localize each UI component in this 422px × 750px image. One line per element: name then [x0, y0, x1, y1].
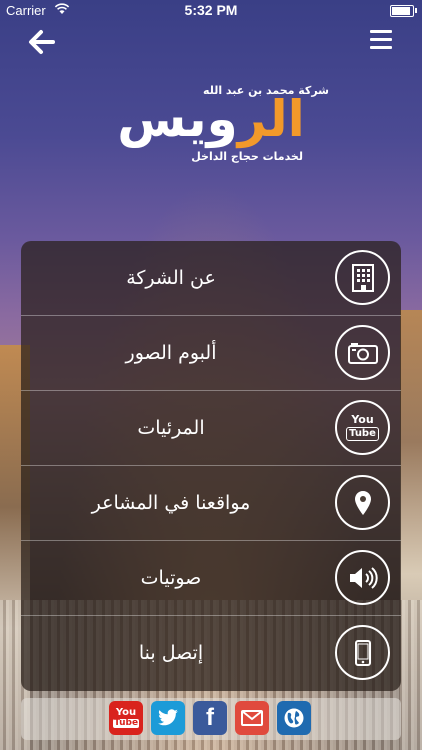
menu-item-our-locations[interactable]: مواقعنا في المشاعر	[21, 466, 401, 541]
main-menu-panel: عن الشركة ألبوم الصور المرئيات You Tube …	[21, 241, 401, 691]
email-icon[interactable]	[235, 701, 269, 735]
status-time: 5:32 PM	[184, 2, 238, 18]
logo-main-text: الرويس	[85, 90, 337, 148]
logo-accent-text: الر	[237, 90, 307, 148]
menu-bar-line	[370, 38, 392, 41]
camera-icon	[335, 325, 390, 380]
youtube-you-text: You	[351, 413, 374, 426]
location-pin-icon	[335, 475, 390, 530]
menu-item-contact-us[interactable]: إتصل بنا	[21, 616, 401, 690]
twitter-icon[interactable]	[151, 701, 185, 735]
menu-item-videos[interactable]: المرئيات You Tube	[21, 391, 401, 466]
back-arrow-icon[interactable]	[28, 28, 56, 56]
youtube-tube-text: Tube	[346, 427, 379, 441]
company-logo: شركة محمد بن عبد الله الرويس لخدمات حجاج…	[85, 84, 337, 172]
twitter-bird-glyph	[158, 709, 178, 726]
globe-glyph	[284, 708, 304, 728]
phone-icon	[335, 625, 390, 680]
social-bar: You Tube f	[21, 698, 401, 740]
camera-glyph	[347, 342, 378, 364]
menu-bar-line	[370, 30, 392, 33]
menu-item-label: مواقعنا في المشاعر	[91, 492, 251, 514]
menu-item-label: إتصل بنا	[138, 642, 204, 664]
speaker-icon	[335, 550, 390, 605]
facebook-letter: f	[206, 704, 214, 731]
building-glyph	[351, 263, 374, 292]
menu-item-label: صوتيات	[140, 567, 202, 589]
hamburger-menu-icon[interactable]	[370, 30, 392, 50]
globe-icon[interactable]	[277, 701, 311, 735]
location-pin-glyph	[354, 490, 371, 515]
menu-item-label: ألبوم الصور	[125, 342, 217, 364]
envelope-glyph	[241, 710, 263, 726]
youtube-social-icon[interactable]: You Tube	[109, 701, 143, 735]
menu-item-audio[interactable]: صوتيات	[21, 541, 401, 616]
phone-glyph	[354, 639, 371, 666]
menu-bar-line	[370, 46, 392, 49]
menu-item-label: المرئيات	[137, 417, 205, 439]
logo-main-text-rest: ويس	[117, 90, 240, 148]
youtube-social-tube: Tube	[112, 718, 140, 728]
youtube-icon: You Tube	[335, 400, 390, 455]
menu-item-photo-album[interactable]: ألبوم الصور	[21, 316, 401, 391]
battery-icon	[390, 5, 417, 17]
building-icon	[335, 250, 390, 305]
facebook-icon[interactable]: f	[193, 701, 227, 735]
logo-sub-text: لخدمات حجاج الداخل	[191, 150, 303, 163]
speaker-glyph	[349, 566, 378, 589]
menu-item-about-company[interactable]: عن الشركة	[21, 241, 401, 316]
youtube-social-you: You	[115, 707, 137, 718]
status-bar: Carrier 5:32 PM	[0, 0, 422, 22]
menu-item-label: عن الشركة	[126, 267, 216, 289]
